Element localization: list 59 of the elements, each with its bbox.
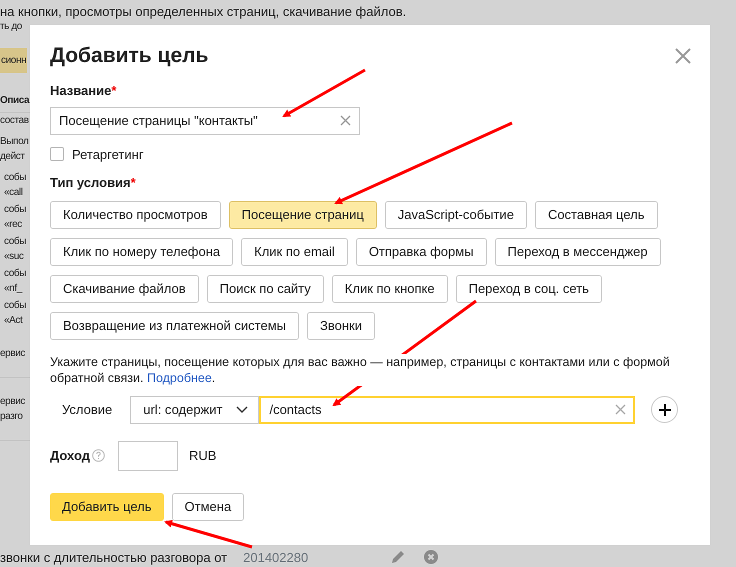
more-link[interactable]: Подробнее (146, 370, 212, 384)
condition-type-tab[interactable]: JavaScript-событие (384, 200, 527, 228)
name-field[interactable]: Посещение страницы "контакты" (50, 106, 360, 134)
checkbox[interactable] (50, 147, 64, 162)
condition-type-tab[interactable]: Посещение страниц (228, 200, 377, 228)
plus-icon (658, 404, 671, 416)
section-heading: Описа (0, 94, 30, 108)
caret-icon (236, 406, 248, 413)
field-label: Название* (50, 82, 118, 100)
condition-type-tab[interactable]: Отправка формы (356, 238, 487, 266)
row-text: разго (0, 410, 23, 424)
event-text: собы (4, 171, 26, 185)
event-text: собы (4, 203, 26, 217)
condition-label: Условие (62, 400, 112, 419)
background-button[interactable]: сионн (0, 48, 28, 73)
condition-type-tab[interactable]: Количество просмотров (50, 200, 221, 228)
body-text: Выпол (0, 135, 28, 149)
field-label: Тип условия* (50, 174, 137, 192)
condition-type-tab[interactable]: Переход в соц. сеть (456, 274, 602, 302)
condition-type-tab[interactable]: Звонки (307, 312, 375, 340)
event-text: «nf_ (4, 282, 22, 296)
event-text: «Act (4, 314, 22, 328)
body-text: состав (0, 114, 29, 128)
clear-icon[interactable] (615, 404, 626, 415)
currency-label: RUB (188, 446, 216, 465)
delete-icon[interactable] (424, 550, 438, 564)
row-text: ервис (0, 347, 26, 361)
condition-value-field[interactable]: /contacts (259, 396, 636, 424)
income-field[interactable] (118, 440, 178, 470)
condition-type-tab[interactable]: Клик по номеру телефона (50, 238, 234, 266)
condition-type-tab[interactable]: Скачивание файлов (50, 274, 199, 302)
condition-type-tab[interactable]: Клик по email (241, 238, 348, 266)
cancel-button[interactable]: Отмена (172, 492, 244, 520)
condition-type-tab[interactable]: Возвращение из платежной системы (50, 312, 299, 340)
goal-id: 201402280 (243, 550, 308, 564)
income-label: Доход (50, 446, 90, 465)
checkbox-label: Ретаргетинг (72, 146, 144, 164)
add-condition-button[interactable] (651, 396, 678, 423)
row-text: звонки с длительностью разговора от (0, 550, 228, 564)
pencil-icon[interactable] (390, 549, 406, 565)
event-text: «suc (4, 250, 24, 264)
condition-type-tab[interactable]: Клик по кнопке (332, 274, 448, 302)
row-text: ервис (0, 395, 26, 409)
help-icon[interactable] (92, 449, 105, 462)
body-text: дейст (0, 150, 25, 164)
condition-type-tab[interactable]: Поиск по сайту (206, 274, 324, 302)
add-goal-button[interactable]: Добавить цель (50, 492, 164, 520)
condition-select[interactable]: url: содержит (130, 396, 260, 424)
event-text: собы (4, 299, 26, 313)
event-text: собы (4, 235, 26, 249)
body-text: на кнопки, просмотры определенных страниц, скачивание файлов. (0, 4, 406, 19)
event-text: «call (4, 186, 23, 200)
condition-type-tab[interactable]: Составная цель (534, 200, 658, 228)
event-text: собы (4, 267, 26, 281)
clear-icon[interactable] (340, 115, 351, 126)
event-text: «rec (4, 218, 22, 232)
body-text: ть до (0, 20, 22, 34)
condition-type-tab[interactable]: Переход в мессенджер (494, 238, 661, 266)
dialog-title: Добавить цель (50, 43, 208, 69)
